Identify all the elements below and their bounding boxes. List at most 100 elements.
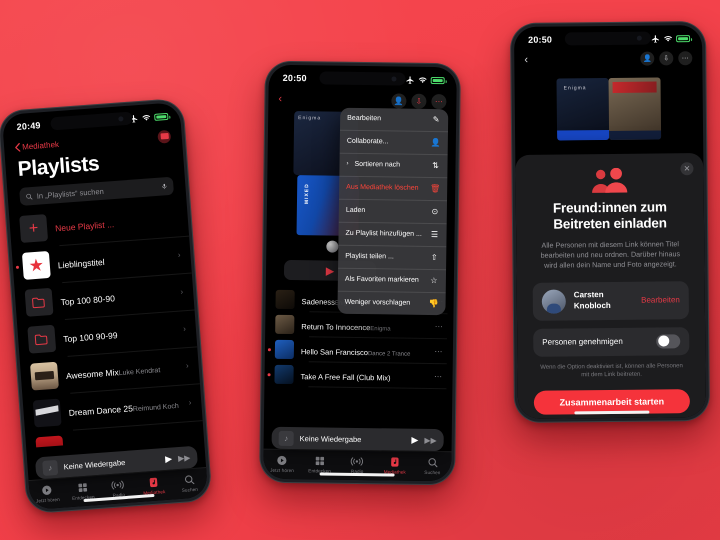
menu-item-weniger-vorschlagen[interactable]: Weniger vorschlagen 👎 xyxy=(337,290,446,316)
notch xyxy=(319,71,407,86)
approve-people-row[interactable]: Personen genehmigen xyxy=(533,326,690,357)
play-icon[interactable]: ▶ xyxy=(411,434,418,445)
mini-player-title: Keine Wiedergabe xyxy=(299,433,362,444)
approve-people-label: Personen genehmigen xyxy=(542,336,623,347)
tab-mediathek[interactable]: Mediathek xyxy=(376,455,414,475)
airplane-icon xyxy=(406,75,414,84)
pencil-icon: ✎ xyxy=(432,115,440,125)
account-icon[interactable] xyxy=(157,129,172,144)
music-note-icon: ♪ xyxy=(42,459,59,476)
menu-item-playlist-teilen[interactable]: Playlist teilen ... ⇧ xyxy=(338,244,447,270)
download-icon[interactable]: ⇩ xyxy=(659,51,674,66)
tab-bar[interactable]: Jetzt hören Entdecken Radio Mediathek Suchen xyxy=(263,448,452,482)
grid-icon xyxy=(314,454,325,466)
notch xyxy=(564,31,652,46)
add-person-icon[interactable]: 👤 xyxy=(391,92,407,109)
play-circle-icon xyxy=(277,454,288,466)
more-icon[interactable]: ⋯ xyxy=(431,93,447,109)
menu-item-label: Als Favoriten markieren xyxy=(344,275,419,284)
tab-mediathek[interactable]: Mediathek xyxy=(135,475,172,497)
folder-icon xyxy=(24,287,54,317)
chevron-left-icon xyxy=(14,142,21,152)
forward-icon[interactable]: ▶▶ xyxy=(178,453,191,463)
tab-radio[interactable]: Radio xyxy=(338,455,376,475)
more-icon[interactable]: ⋯ xyxy=(435,322,444,331)
more-icon[interactable]: ⋯ xyxy=(434,372,443,381)
edit-button[interactable]: Bearbeiten xyxy=(641,295,680,304)
back-button[interactable]: ‹ xyxy=(278,93,282,105)
playlist-cover-label: MIXED xyxy=(303,183,311,205)
new-badge xyxy=(267,347,271,351)
more-icon[interactable]: ⋯ xyxy=(434,347,443,356)
library-icon xyxy=(389,455,400,467)
tab-jetzt-h-ren[interactable]: Jetzt hören xyxy=(263,454,301,474)
cover-left: Enigma xyxy=(556,78,610,141)
chevron-right-icon: › xyxy=(182,324,187,334)
tab-entdecken[interactable]: Entdecken xyxy=(301,454,339,474)
playlist-artist: Reimund Koch xyxy=(132,402,179,413)
song-row[interactable]: Return To InnocenceEnigma ⋯ xyxy=(265,312,453,340)
wifi-icon xyxy=(142,114,151,121)
tab-label: Jetzt hören xyxy=(35,496,60,504)
add-person-icon[interactable]: 👤 xyxy=(640,51,655,66)
approve-people-toggle[interactable] xyxy=(656,333,681,349)
play-icon[interactable]: ▶ xyxy=(165,453,173,464)
new-badge xyxy=(15,265,20,269)
red-cover xyxy=(35,435,65,449)
download-circle-icon: ⊙ xyxy=(431,206,439,217)
tab-jetzt-h-ren[interactable]: Jetzt hören xyxy=(29,482,66,504)
playlist-name: Dream Dance 25 xyxy=(68,402,134,418)
menu-item-als-favoriten-markieren[interactable]: Als Favoriten markieren ☆ xyxy=(337,267,447,293)
back-button[interactable]: Mediathek xyxy=(14,139,60,152)
mini-player[interactable]: ♪ Keine Wiedergabe ▶ ▶▶ xyxy=(271,426,444,452)
song-artwork xyxy=(274,339,295,360)
menu-item-laden[interactable]: Laden ⊙ xyxy=(338,198,448,224)
tab-suchen[interactable]: Suchen xyxy=(171,472,208,494)
more-icon[interactable]: ⋯ xyxy=(678,51,693,66)
cover-left-label: Enigma xyxy=(563,85,587,92)
menu-item-label: Weniger vorschlagen xyxy=(344,298,411,307)
avatar xyxy=(541,289,566,314)
cover-right xyxy=(608,77,662,141)
playlist-name: Top 100 80-90 xyxy=(60,292,116,307)
menu-item-label: Zu Playlist hinzufügen ... xyxy=(345,229,422,238)
globe-icon xyxy=(326,240,339,253)
menu-item-collaborate[interactable]: Collaborate... 👤 xyxy=(339,129,448,155)
play-circle-icon xyxy=(41,483,53,496)
search-placeholder: In „Playlists“ suchen xyxy=(36,186,104,201)
search-icon xyxy=(183,473,195,486)
forward-icon[interactable]: ▶▶ xyxy=(424,435,436,444)
context-menu[interactable]: Bearbeiten ✎ Collaborate... 👤 › Sortieren nac… xyxy=(337,107,449,316)
battery-icon xyxy=(430,76,445,84)
playlist-list[interactable]: + Neue Playlist ... ★ Lieblingstitel › Top 10… xyxy=(9,199,204,449)
menu-item-sortieren-nach[interactable]: › Sortieren nach ⇅ xyxy=(339,152,448,178)
song-row[interactable]: Hello San FranciscoDance 2 Trance ⋯ xyxy=(265,337,453,365)
library-icon xyxy=(148,476,160,489)
playlist-name: Lieblingstitel xyxy=(57,256,105,270)
status-clock: 20:50 xyxy=(282,72,307,84)
battery-icon xyxy=(154,112,169,121)
menu-item-label: Playlist teilen ... xyxy=(345,252,394,261)
trash-icon: 🗑 xyxy=(430,183,441,194)
tab-suchen[interactable]: Suchen xyxy=(414,456,452,476)
tab-label: Suchen xyxy=(424,469,441,476)
chevron-right-icon: › xyxy=(346,161,349,168)
menu-item-zu-playlist-hinzuf-gen[interactable]: Zu Playlist hinzufügen ... ☰ xyxy=(338,221,447,247)
menu-item-aus-mediathek-l-schen[interactable]: Aus Mediathek löschen 🗑 xyxy=(339,175,448,201)
person-row[interactable]: Carsten Knobloch Bearbeiten xyxy=(532,280,690,321)
chevron-right-icon: › xyxy=(185,361,189,371)
person-add-icon: 👤 xyxy=(430,137,441,148)
battery-icon xyxy=(676,34,691,42)
invite-sheet: ✕ Freund:innen zum Beitreten einladen Al… xyxy=(515,153,707,419)
thumbs-down-icon: 👎 xyxy=(428,298,439,309)
download-icon[interactable]: ⇩ xyxy=(411,93,427,109)
menu-item-bearbeiten[interactable]: Bearbeiten ✎ xyxy=(340,108,448,132)
back-button[interactable]: ‹ xyxy=(524,54,528,66)
phone1-screen: 20:49 Mediathek Playlists In „Playlists“… xyxy=(1,102,209,510)
playlist-add-icon: ☰ xyxy=(430,229,439,240)
microphone-icon[interactable] xyxy=(161,182,168,190)
sheet-title: Freund:innen zum Beitreten einladen xyxy=(552,199,667,233)
back-label: Mediathek xyxy=(21,139,60,152)
song-row[interactable]: Take A Free Fall (Club Mix) ⋯ xyxy=(264,362,452,390)
close-icon[interactable]: ✕ xyxy=(680,162,694,176)
